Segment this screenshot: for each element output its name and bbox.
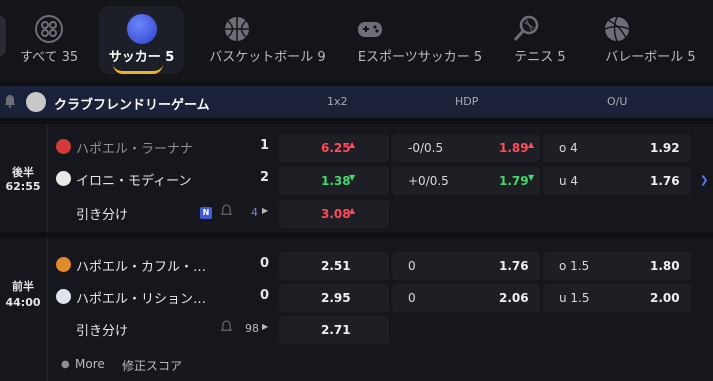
sport-tabs: すべて 35 サッカー 5 バスケットボール 9 Eスポーツサッカー 5 テニス…: [0, 0, 713, 82]
arrow-up-icon: ▲: [349, 140, 356, 149]
odds-ou-under[interactable]: u 4 1.76: [543, 167, 691, 195]
odds-1x2-away[interactable]: 2.95: [279, 284, 389, 312]
odds-ou-over[interactable]: o 1.5 1.80: [543, 252, 691, 280]
basketball-icon: [222, 14, 252, 44]
odds-1x2-draw[interactable]: 2.71: [279, 316, 389, 344]
caret-right-icon: ▶: [262, 322, 269, 331]
odds-1x2-away[interactable]: 1.38 ▼: [279, 167, 389, 195]
match-period: 前半: [12, 280, 34, 293]
divider: [47, 238, 48, 381]
soccer-ball-icon: [126, 14, 157, 44]
neutral-badge: N: [200, 207, 212, 219]
tennis-racket-icon: [511, 14, 541, 44]
correct-score-link[interactable]: 修正スコア: [122, 357, 182, 374]
chevron-right-icon[interactable]: ❯: [700, 175, 708, 186]
team-logo: [56, 257, 71, 272]
caret-right-icon: ▶: [262, 206, 269, 215]
volleyball-icon: [602, 14, 632, 44]
bell-icon[interactable]: [221, 204, 232, 220]
team-name: ハポエル・リション…: [76, 292, 207, 307]
arrow-down-icon: ▼: [349, 173, 356, 182]
tab-esports-soccer[interactable]: Eスポーツサッカー 5: [350, 6, 490, 74]
more-markets-count[interactable]: 4: [251, 206, 258, 219]
team-name: ハポエル・ラーナナ: [76, 142, 194, 157]
tab-basketball[interactable]: バスケットボール 9: [200, 6, 335, 74]
tab-tennis[interactable]: テニス 5: [505, 6, 575, 74]
team-logo: [56, 139, 71, 154]
match-clock: 62:55: [5, 180, 41, 193]
odds-1x2-home[interactable]: 2.51: [279, 252, 389, 280]
arrow-up-icon: ▲: [528, 140, 535, 149]
odds-ou-under[interactable]: u 1.5 2.00: [543, 284, 691, 312]
match-period: 後半: [12, 166, 34, 179]
more-link[interactable]: More: [75, 357, 105, 371]
match-row: 後半 62:55 ハポエル・ラーナナ 1 イロニ・モディーン 2 引き分け N …: [0, 124, 713, 232]
match-separator: [0, 232, 713, 238]
team-name: イロニ・モディーン: [76, 174, 192, 189]
gamepad-icon: [355, 14, 385, 44]
tab-basketball-label: バスケットボール 9: [209, 50, 326, 65]
bell-icon[interactable]: [4, 94, 16, 108]
tab-volleyball-label: バレーボール 5: [605, 50, 696, 65]
odds-1x2-home[interactable]: 6.25 ▲: [279, 134, 389, 162]
team-score: 2: [260, 170, 270, 185]
odds-hdp-home[interactable]: 0 1.76: [392, 252, 540, 280]
divider: [47, 124, 48, 232]
match-clock: 44:00: [5, 296, 41, 309]
tab-all[interactable]: すべて 35: [14, 6, 84, 74]
tab-soccer-label: サッカー 5: [108, 50, 175, 65]
bell-icon[interactable]: [221, 320, 232, 336]
column-1x2: 1x2: [327, 95, 348, 108]
team-logo: [56, 171, 71, 186]
tab-soccer[interactable]: サッカー 5: [99, 6, 184, 74]
odds-1x2-draw[interactable]: 3.08 ▲: [279, 200, 389, 228]
tab-esports-soccer-label: Eスポーツサッカー 5: [357, 50, 483, 65]
tabs-scroll-edge[interactable]: [0, 16, 6, 56]
team-score: 0: [260, 288, 270, 303]
tab-tennis-label: テニス 5: [514, 50, 566, 65]
active-tab-indicator: [113, 64, 163, 74]
odds-hdp-away[interactable]: +0/0.5 1.79 ▼: [392, 167, 540, 195]
league-header[interactable]: クラブフレンドリーゲーム 1x2 HDP O/U: [0, 86, 713, 118]
draw-label: 引き分け: [76, 208, 129, 223]
team-name: ハポエル・カフル・…: [76, 260, 207, 275]
league-logo: [26, 92, 46, 112]
column-hdp: HDP: [455, 95, 479, 108]
tab-volleyball[interactable]: バレーボール 5: [598, 6, 703, 74]
odds-hdp-home[interactable]: -0/0.5 1.89 ▲: [392, 134, 540, 162]
arrow-down-icon: ▼: [528, 173, 535, 182]
team-logo: [56, 289, 71, 304]
draw-label: 引き分け: [76, 324, 129, 339]
team-score: 0: [260, 256, 270, 271]
column-ou: O/U: [607, 95, 628, 108]
match-row: 前半 44:00 ハポエル・カフル・… 0 ハポエル・リション… 0 引き分け …: [0, 238, 713, 381]
more-markets-count[interactable]: 98: [245, 322, 259, 335]
grid-icon: [34, 14, 64, 44]
tab-all-label: すべて 35: [19, 50, 79, 65]
team-score: 1: [260, 138, 270, 153]
odds-ou-over[interactable]: o 4 1.92: [543, 134, 691, 162]
league-name: クラブフレンドリーゲーム: [54, 98, 210, 113]
more-dot-icon: ●: [61, 359, 70, 370]
arrow-up-icon: ▲: [349, 206, 356, 215]
odds-hdp-away[interactable]: 0 2.06: [392, 284, 540, 312]
